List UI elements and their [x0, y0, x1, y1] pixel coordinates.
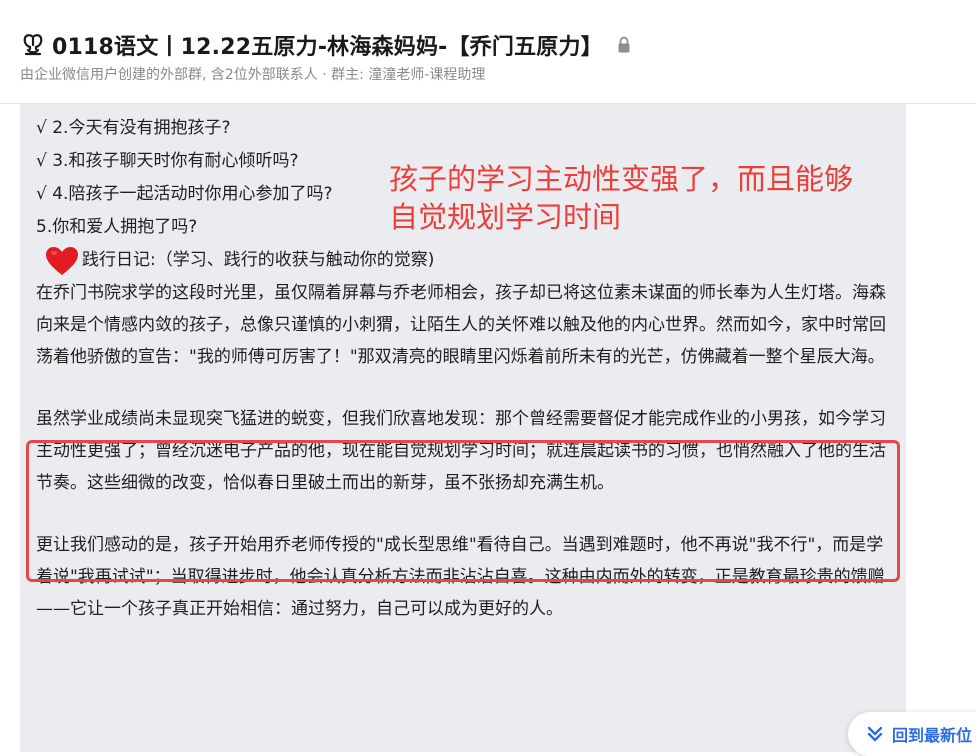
group-title: 0118语文丨12.22五原力-林海森妈妈-【乔门五原力】: [52, 35, 603, 60]
title-row: 0118语文丨12.22五原力-林海森妈妈-【乔门五原力】: [20, 28, 631, 62]
lock-icon: [617, 36, 631, 54]
diary-heading: 践行日记:（学习、践行的收获与触动你的觉察): [44, 244, 900, 277]
checklist-item: √ 2.今天有没有拥抱孩子?: [36, 118, 231, 138]
paragraph-3: 更让我们感动的是，孩子开始用乔老师传授的"成长型思维"看待自己。当遇到难题时，他…: [36, 535, 885, 619]
diary-label: 践行日记:（学习、践行的收获与触动你的觉察): [82, 250, 435, 270]
group-subtitle: 由企业微信用户创建的外部群, 含2位外部联系人 · 群主: 潼潼老师-课程助理: [20, 67, 486, 83]
annotation-text: 孩子的学习主动性变强了，而且能够自觉规划学习时间: [389, 162, 854, 234]
tulip-icon: [20, 32, 46, 58]
chat-header: 0118语文丨12.22五原力-林海森妈妈-【乔门五原力】 由企业微信用户创建的…: [0, 0, 976, 104]
scroll-button-label: 回到最新位: [892, 726, 973, 745]
double-chevron-down-icon: [866, 725, 884, 743]
paragraph-1: 在乔门书院求学的这段时光里，虽仅隔着屏幕与乔老师相会，孩子却已将这位素未谋面的师…: [36, 283, 886, 367]
scroll-to-latest-button[interactable]: 回到最新位: [848, 712, 976, 756]
heart-icon: [44, 245, 80, 277]
paragraph-2: 虽然学业成绩尚未显现突飞猛进的蜕变，但我们欣喜地发现：那个曾经需要督促才能完成作…: [36, 409, 886, 493]
